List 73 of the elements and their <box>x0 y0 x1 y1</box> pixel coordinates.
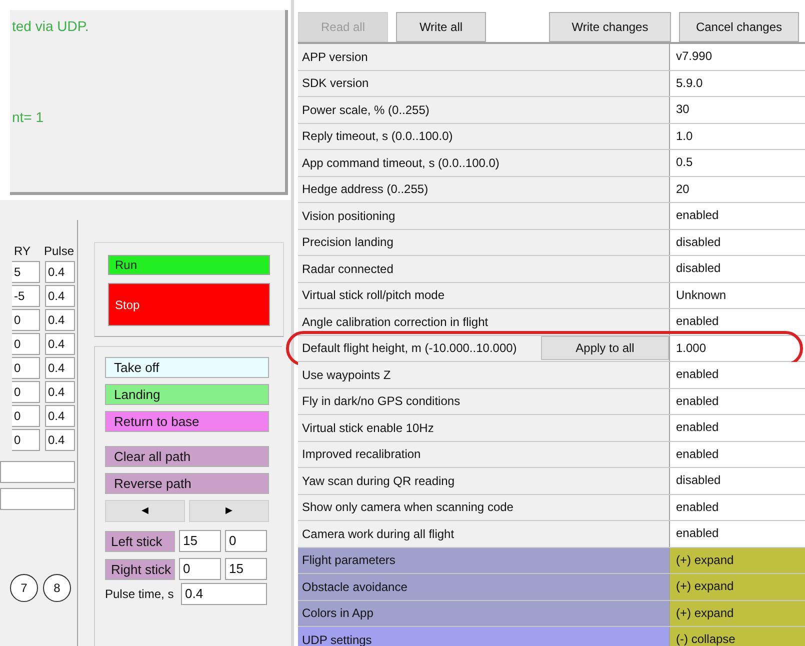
apply-button[interactable]: Apply to all <box>541 336 669 360</box>
table-cell[interactable]: 0.4 <box>45 381 75 403</box>
arrow-button[interactable]: ◀ <box>105 500 185 522</box>
setting-label: Fly in dark/no GPS conditions <box>301 393 462 410</box>
column-header: RY <box>13 243 32 260</box>
log-line: nt= 1 <box>12 108 45 128</box>
waypoint-marker[interactable]: 7 <box>10 574 38 602</box>
input-field[interactable] <box>0 461 75 483</box>
setting-label: Camera work during all flight <box>301 526 456 543</box>
input-field[interactable] <box>0 488 75 510</box>
stick-button[interactable]: Left stick <box>105 530 175 552</box>
setting-label: App command timeout, s (0.0..100.0) <box>301 154 500 172</box>
log-line: ted via UDP. <box>12 17 90 36</box>
setting-label: Improved recalibration <box>301 446 422 464</box>
input-field[interactable]: 15 <box>225 558 267 580</box>
table-cell[interactable]: 0.4 <box>45 429 75 451</box>
table-cell[interactable]: 0.4 <box>45 405 75 427</box>
setting-label: Vision positioning <box>301 208 396 225</box>
setting-label: Flight parameters <box>301 552 396 570</box>
command-button[interactable]: Return to base <box>105 411 269 432</box>
setting-label: Virtual stick roll/pitch mode <box>301 287 446 304</box>
waypoint-marker[interactable]: 8 <box>43 574 71 602</box>
setting-label: UDP settings <box>301 632 373 646</box>
toolbar-button: Read all <box>298 12 388 42</box>
input-field[interactable]: 0 <box>179 558 221 580</box>
table-cell[interactable]: 0 <box>12 381 40 403</box>
input-field[interactable]: 15 <box>179 530 221 552</box>
command-button[interactable]: Take off <box>105 357 269 378</box>
run-button[interactable]: Run <box>108 255 270 275</box>
table-cell[interactable]: -5 <box>12 285 40 307</box>
setting-label: APP version <box>301 48 369 66</box>
table-cell[interactable]: 0 <box>12 357 40 379</box>
expand-toggle[interactable]: (+) expand <box>670 574 805 600</box>
toolbar-button[interactable]: Cancel changes <box>679 12 799 42</box>
setting-label: Colors in App <box>301 605 374 622</box>
setting-label: Yaw scan during QR reading <box>301 472 456 490</box>
expand-toggle[interactable]: (+) expand <box>670 548 805 573</box>
setting-label: Obstacle avoidance <box>301 578 408 596</box>
table-cell[interactable]: 0.4 <box>45 357 75 379</box>
setting-label: Reply timeout, s (0.0..100.0) <box>301 128 454 146</box>
setting-label: Power scale, % (0..255) <box>301 102 430 119</box>
input-field[interactable]: 0 <box>225 530 267 552</box>
expand-toggle[interactable]: (+) expand <box>670 600 805 626</box>
table-cell[interactable]: 0.4 <box>45 285 75 307</box>
path-button[interactable]: Reverse path <box>105 473 269 494</box>
column-header: Pulse <box>44 243 74 260</box>
arrow-button[interactable]: ▶ <box>189 500 269 522</box>
path-button[interactable]: Clear all path <box>105 446 269 467</box>
setting-label: Precision landing <box>301 234 394 252</box>
table-cell[interactable]: 0 <box>12 429 40 451</box>
command-button[interactable]: Landing <box>105 384 269 405</box>
setting-label: Use waypoints Z <box>301 366 392 384</box>
table-cell[interactable]: 0.4 <box>45 333 75 355</box>
table-cell[interactable]: 5 <box>12 261 40 283</box>
setting-label: Default flight height, m (-10.000..10.000) <box>301 340 518 358</box>
setting-label: Hedge address (0..255) <box>301 181 430 198</box>
setting-label: Radar connected <box>301 260 394 278</box>
input-field[interactable]: 0.4 <box>181 583 267 605</box>
table-cell[interactable]: 0.4 <box>45 309 75 331</box>
toolbar-button[interactable]: Write changes <box>549 12 671 42</box>
setting-label: Virtual stick enable 10Hz <box>301 420 435 437</box>
toolbar-button[interactable]: Write all <box>396 12 486 42</box>
table-cell[interactable]: 0 <box>12 309 40 331</box>
table-cell[interactable]: 0 <box>12 333 40 355</box>
setting-label: SDK version <box>301 75 370 92</box>
expand-toggle[interactable]: (-) collapse <box>670 627 805 646</box>
stick-button[interactable]: Right stick <box>105 558 175 580</box>
table-cell[interactable]: 0 <box>12 405 40 427</box>
setting-label: Show only camera when scanning code <box>301 499 514 516</box>
stop-button[interactable]: Stop <box>108 283 270 326</box>
field-label: Pulse time, s <box>105 586 175 603</box>
table-cell[interactable]: 0.4 <box>45 261 75 283</box>
setting-label: Angle calibration correction in flight <box>301 314 490 331</box>
